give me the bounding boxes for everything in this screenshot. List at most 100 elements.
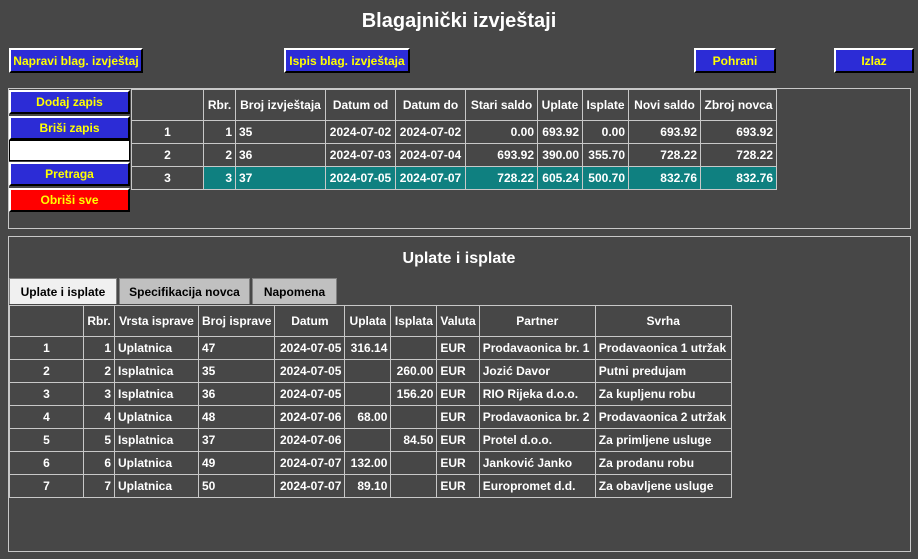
tab-napomena[interactable]: Napomena	[252, 278, 337, 304]
table-cell[interactable]: Uplatnica	[114, 405, 199, 429]
column-header[interactable]: Uplate	[537, 89, 583, 121]
clear-all-button[interactable]: Obriši sve	[9, 188, 130, 212]
table-cell[interactable]: EUR	[436, 336, 480, 360]
tab-uplate-isplate[interactable]: Uplate i isplate	[9, 278, 117, 304]
table-cell[interactable]: Uplatnica	[114, 474, 199, 498]
table-cell[interactable]	[344, 382, 392, 406]
table-cell[interactable]: 48	[197, 405, 276, 429]
table-row[interactable]: 5 5 Isplatnica 37 2024-07-06 84.50 EUR Protel d…	[9, 428, 732, 452]
table-cell[interactable]: Prodavaonica 1 utržak	[594, 336, 732, 360]
column-header[interactable]: Novi saldo	[628, 89, 701, 121]
table-cell[interactable]: 728.22	[465, 166, 538, 190]
table-cell[interactable]: 7	[9, 474, 84, 498]
table-cell[interactable]: 1	[83, 336, 115, 360]
table-cell[interactable]: 4	[83, 405, 115, 429]
search-button[interactable]: Pretraga	[9, 162, 130, 186]
table-cell[interactable]: Isplatnica	[114, 428, 199, 452]
column-header[interactable]	[9, 305, 84, 337]
column-header[interactable]: Isplata	[390, 305, 438, 337]
table-cell[interactable]: EUR	[436, 405, 480, 429]
table-cell[interactable]	[390, 336, 438, 360]
table-cell[interactable]: EUR	[436, 382, 480, 406]
table-cell[interactable]: 2024-07-06	[274, 428, 346, 452]
table-cell[interactable]: 316.14	[344, 336, 392, 360]
table-cell[interactable]: 2024-07-04	[395, 143, 466, 167]
table-cell[interactable]: Prodavaonica br. 2	[478, 405, 596, 429]
table-cell[interactable]: 693.92	[465, 143, 538, 167]
table-row[interactable]: 7 7 Uplatnica 50 2024-07-07 89.10 EUR Europrome…	[9, 474, 732, 498]
table-cell[interactable]: 84.50	[390, 428, 438, 452]
column-header[interactable]: Zbroj novca	[700, 89, 777, 121]
table-cell[interactable]: 7	[83, 474, 115, 498]
table-cell[interactable]: 2	[131, 143, 204, 167]
table-cell[interactable]: 3	[83, 382, 115, 406]
table-cell[interactable]	[344, 428, 392, 452]
table-cell[interactable]: 1	[203, 120, 236, 144]
column-header[interactable]: Datum do	[395, 89, 466, 121]
table-cell[interactable]: 5	[9, 428, 84, 452]
table-cell[interactable]: 3	[131, 166, 204, 190]
table-cell[interactable]: Prodavaonica br. 1	[478, 336, 596, 360]
table-cell[interactable]: Isplatnica	[114, 359, 199, 383]
exit-button[interactable]: Izlaz	[834, 48, 914, 73]
table-cell[interactable]: 5	[83, 428, 115, 452]
table-cell[interactable]: 1	[131, 120, 204, 144]
table-cell[interactable]: 832.76	[700, 166, 777, 190]
table-cell[interactable]: 390.00	[537, 143, 583, 167]
table-cell[interactable]: 132.00	[344, 451, 392, 475]
table-cell[interactable]: Janković Janko	[478, 451, 596, 475]
table-row[interactable]: 3 3 37 2024-07-05 2024-07-07 728.22 605.24 500.…	[131, 166, 777, 190]
column-header[interactable]: Broj izvještaja	[235, 89, 326, 121]
column-header[interactable]	[131, 89, 204, 121]
table-cell[interactable]: 832.76	[628, 166, 701, 190]
table-cell[interactable]: 37	[197, 428, 276, 452]
table-cell[interactable]: 728.22	[700, 143, 777, 167]
column-header[interactable]: Datum od	[325, 89, 396, 121]
column-header[interactable]: Stari saldo	[465, 89, 538, 121]
table-cell[interactable]	[344, 359, 392, 383]
table-cell[interactable]: 3	[203, 166, 236, 190]
delete-record-button[interactable]: Briši zapis	[9, 116, 130, 140]
table-cell[interactable]: 355.70	[582, 143, 629, 167]
table-cell[interactable]: 1	[9, 336, 84, 360]
column-header[interactable]: Uplata	[344, 305, 392, 337]
table-cell[interactable]: EUR	[436, 428, 480, 452]
table-cell[interactable]: 2024-07-06	[274, 405, 346, 429]
column-header[interactable]: Svrha	[594, 305, 732, 337]
table-cell[interactable]: 693.92	[628, 120, 701, 144]
table-cell[interactable]: 36	[197, 382, 276, 406]
table-cell[interactable]: 68.00	[344, 405, 392, 429]
table-cell[interactable]: 50	[197, 474, 276, 498]
table-cell[interactable]: 693.92	[700, 120, 777, 144]
table-cell[interactable]: 2024-07-07	[395, 166, 466, 190]
table-cell[interactable]: 693.92	[537, 120, 583, 144]
table-cell[interactable]: 728.22	[628, 143, 701, 167]
column-header[interactable]: Broj isprave	[197, 305, 276, 337]
table-cell[interactable]: 6	[9, 451, 84, 475]
table-cell[interactable]: RIO Rijeka d.o.o.	[478, 382, 596, 406]
table-cell[interactable]: 260.00	[390, 359, 438, 383]
table-cell[interactable]: 35	[235, 120, 326, 144]
column-header[interactable]: Rbr.	[83, 305, 115, 337]
table-row[interactable]: 1 1 35 2024-07-02 2024-07-02 0.00 693.92 0.00 69…	[131, 120, 777, 144]
table-cell[interactable]	[390, 474, 438, 498]
table-cell[interactable]: Protel d.o.o.	[478, 428, 596, 452]
table-cell[interactable]: Isplatnica	[114, 382, 199, 406]
table-row[interactable]: 2 2 36 2024-07-03 2024-07-04 693.92 390.00 355.…	[131, 143, 777, 167]
table-cell[interactable]	[390, 405, 438, 429]
table-cell[interactable]: 89.10	[344, 474, 392, 498]
table-row[interactable]: 3 3 Isplatnica 36 2024-07-05 156.20 EUR RIO Rij…	[9, 382, 732, 406]
table-cell[interactable]: 156.20	[390, 382, 438, 406]
column-header[interactable]: Rbr.	[203, 89, 236, 121]
table-cell[interactable]: 2024-07-05	[274, 359, 346, 383]
table-cell[interactable]: 35	[197, 359, 276, 383]
table-cell[interactable]: Za kupljenu robu	[594, 382, 732, 406]
table-cell[interactable]: 0.00	[582, 120, 629, 144]
table-cell[interactable]: 36	[235, 143, 326, 167]
table-cell[interactable]: Uplatnica	[114, 336, 199, 360]
table-cell[interactable]: 37	[235, 166, 326, 190]
table-row[interactable]: 1 1 Uplatnica 47 2024-07-05 316.14 EUR Prodavao…	[9, 336, 732, 360]
table-cell[interactable]: 2024-07-02	[395, 120, 466, 144]
table-cell[interactable]: EUR	[436, 451, 480, 475]
table-row[interactable]: 4 4 Uplatnica 48 2024-07-06 68.00 EUR Prodavaon…	[9, 405, 732, 429]
